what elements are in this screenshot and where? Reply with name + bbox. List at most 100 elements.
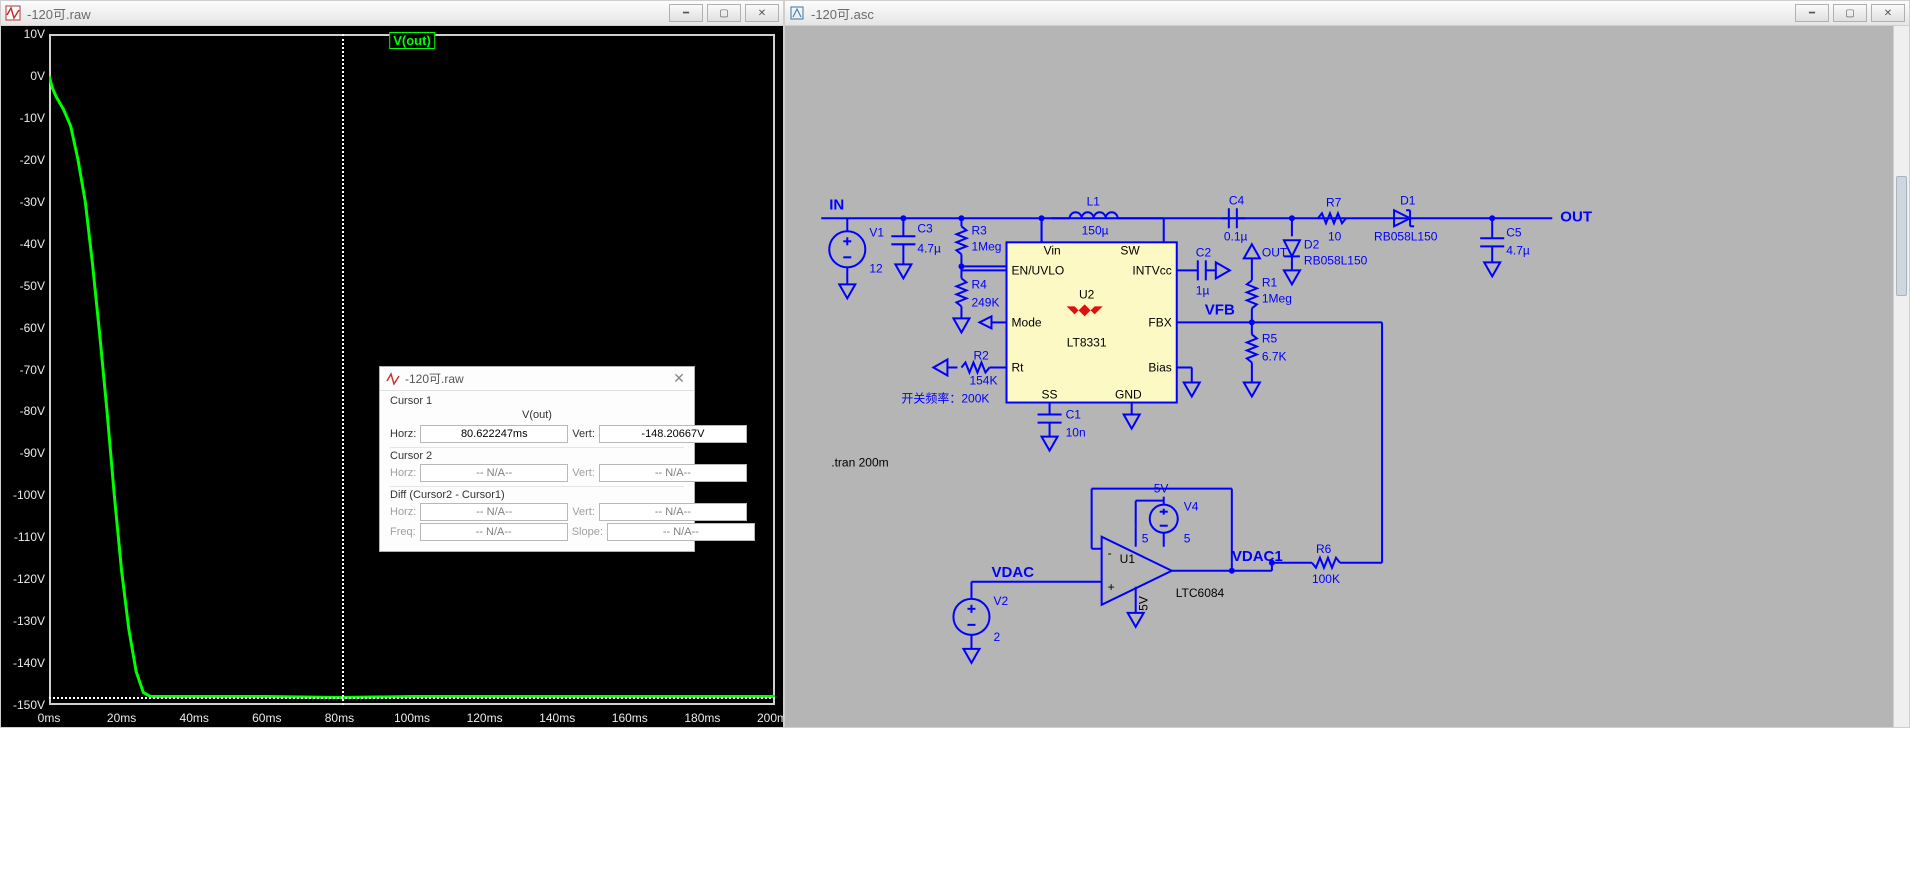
- svg-text:2: 2: [993, 630, 1000, 644]
- x-tick: 100ms: [394, 711, 430, 725]
- component-d2[interactable]: D2 RB058L150: [1284, 237, 1368, 284]
- component-c2[interactable]: C2 1µ: [1196, 245, 1230, 297]
- net-label-vdac1[interactable]: VDAC1: [1232, 548, 1283, 565]
- cursor1-vert-input[interactable]: [599, 425, 747, 443]
- svg-text:5: 5: [1142, 532, 1149, 546]
- cursor-readout-window[interactable]: -120可.raw ✕ Cursor 1 V(out) Horz: Vert: …: [379, 366, 695, 552]
- y-tick: -30V: [20, 195, 45, 209]
- cursor-win-title[interactable]: -120可.raw ✕: [380, 367, 694, 391]
- vert-label: Vert:: [572, 506, 595, 518]
- net-label-vfb[interactable]: VFB: [1205, 301, 1235, 318]
- svg-text:EN/UVLO: EN/UVLO: [1012, 263, 1065, 277]
- schematic-title: -120可.asc: [811, 4, 874, 23]
- y-tick: -60V: [20, 321, 45, 335]
- svg-text:L1: L1: [1087, 194, 1101, 208]
- svg-text:Bias: Bias: [1148, 360, 1171, 374]
- trace-label[interactable]: V(out): [389, 32, 435, 49]
- component-r3[interactable]: R3 1Meg: [956, 218, 1001, 266]
- svg-text:Rt: Rt: [1012, 360, 1025, 374]
- note-switching-freq: 开关频率：200K: [901, 391, 989, 406]
- y-tick: -80V: [20, 404, 45, 418]
- scrollbar-thumb[interactable]: [1896, 176, 1907, 296]
- horz-label: Horz:: [390, 467, 416, 479]
- svg-text:SS: SS: [1042, 388, 1058, 402]
- schematic-area[interactable]: IN V1 12: [784, 26, 1910, 728]
- close-button[interactable]: ✕: [745, 4, 779, 22]
- svg-text:U2: U2: [1079, 287, 1095, 301]
- close-icon[interactable]: ✕: [670, 370, 688, 388]
- svg-text:FBX: FBX: [1148, 315, 1171, 329]
- svg-text:6.7K: 6.7K: [1262, 349, 1287, 363]
- svg-text:1µ: 1µ: [1196, 283, 1210, 297]
- net-label-vdac[interactable]: VDAC: [991, 564, 1034, 581]
- scrollbar-vertical[interactable]: [1893, 26, 1909, 727]
- svg-text:R6: R6: [1316, 542, 1332, 556]
- component-c3[interactable]: C3 4.7µ: [891, 218, 941, 278]
- minimize-button[interactable]: ━: [669, 4, 703, 22]
- diff-section: Diff (Cursor2 - Cursor1): [390, 489, 684, 501]
- horz-label: Horz:: [390, 506, 416, 518]
- svg-text:1Meg: 1Meg: [1262, 291, 1292, 305]
- svg-text:150µ: 150µ: [1082, 223, 1109, 237]
- app-icon: [789, 5, 805, 21]
- net-label-in[interactable]: IN: [829, 196, 844, 213]
- component-r1[interactable]: R1 1Meg OUT: [1244, 244, 1292, 322]
- close-button[interactable]: ✕: [1871, 4, 1905, 22]
- svg-text:R2: R2: [973, 348, 989, 362]
- component-r5[interactable]: R5 6.7K: [1244, 322, 1287, 396]
- y-tick: 10V: [24, 27, 45, 41]
- svg-text:C2: C2: [1196, 245, 1212, 259]
- diff-slope-input: [607, 523, 755, 541]
- svg-text:C3: C3: [917, 221, 933, 235]
- component-l1[interactable]: L1 150µ: [1052, 194, 1164, 237]
- svg-text:100K: 100K: [1312, 572, 1340, 586]
- svg-text:Vin: Vin: [1044, 243, 1061, 257]
- y-tick: -100V: [13, 488, 45, 502]
- svg-text:-: -: [1108, 546, 1112, 560]
- net-label-out[interactable]: OUT: [1560, 208, 1593, 225]
- svg-text:5: 5: [1184, 532, 1191, 546]
- cursor-line-vertical[interactable]: [342, 34, 344, 705]
- waveform-area[interactable]: 10V0V-10V-20V-30V-40V-50V-60V-70V-80V-90…: [0, 26, 784, 728]
- svg-text:V1: V1: [869, 225, 884, 239]
- component-r7[interactable]: R7 10: [1318, 195, 1346, 243]
- minimize-button[interactable]: ━: [1795, 4, 1829, 22]
- x-tick: 80ms: [325, 711, 354, 725]
- x-tick: 20ms: [107, 711, 136, 725]
- svg-text:4.7µ: 4.7µ: [917, 241, 941, 255]
- wave-titlebar[interactable]: -120可.raw ━ ▢ ✕: [0, 0, 784, 26]
- freq-label: Freq:: [390, 526, 416, 538]
- vert-label: Vert:: [572, 467, 595, 479]
- cursor-line-horizontal[interactable]: [49, 697, 775, 699]
- svg-text:R1: R1: [1262, 275, 1278, 289]
- spice-directive[interactable]: .tran 200m: [831, 456, 888, 470]
- schematic-titlebar[interactable]: -120可.asc ━ ▢ ✕: [784, 0, 1910, 26]
- svg-text:Mode: Mode: [1012, 315, 1042, 329]
- maximize-button[interactable]: ▢: [707, 4, 741, 22]
- component-v1[interactable]: V1 12: [829, 218, 884, 298]
- maximize-button[interactable]: ▢: [1833, 4, 1867, 22]
- slope-label: Slope:: [572, 526, 603, 538]
- y-tick: -150V: [13, 698, 45, 712]
- svg-text:5V: 5V: [1154, 482, 1169, 496]
- svg-text:R5: R5: [1262, 331, 1278, 345]
- svg-text:OUT: OUT: [1262, 245, 1288, 259]
- component-c5[interactable]: C5 4.7µ: [1480, 218, 1530, 276]
- svg-text:V4: V4: [1184, 500, 1199, 514]
- cursor1-horz-input[interactable]: [420, 425, 568, 443]
- y-tick: -140V: [13, 656, 45, 670]
- svg-text:C5: C5: [1506, 225, 1522, 239]
- diff-vert-input: [599, 503, 747, 521]
- cursor1-section: Cursor 1: [390, 395, 684, 407]
- component-r6[interactable]: R6 100K: [1272, 542, 1382, 586]
- diff-horz-input: [420, 503, 568, 521]
- component-c1[interactable]: C1 10n: [1038, 408, 1086, 451]
- component-v2[interactable]: V2 2: [953, 582, 1008, 663]
- cursor2-section: Cursor 2: [390, 450, 684, 462]
- svg-text:RB058L150: RB058L150: [1304, 253, 1368, 267]
- y-tick: -120V: [13, 572, 45, 586]
- svg-text:RB058L150: RB058L150: [1374, 229, 1438, 243]
- component-r2[interactable]: R2 154K: [933, 348, 997, 387]
- y-tick: -70V: [20, 363, 45, 377]
- svg-text:154K: 154K: [969, 374, 997, 388]
